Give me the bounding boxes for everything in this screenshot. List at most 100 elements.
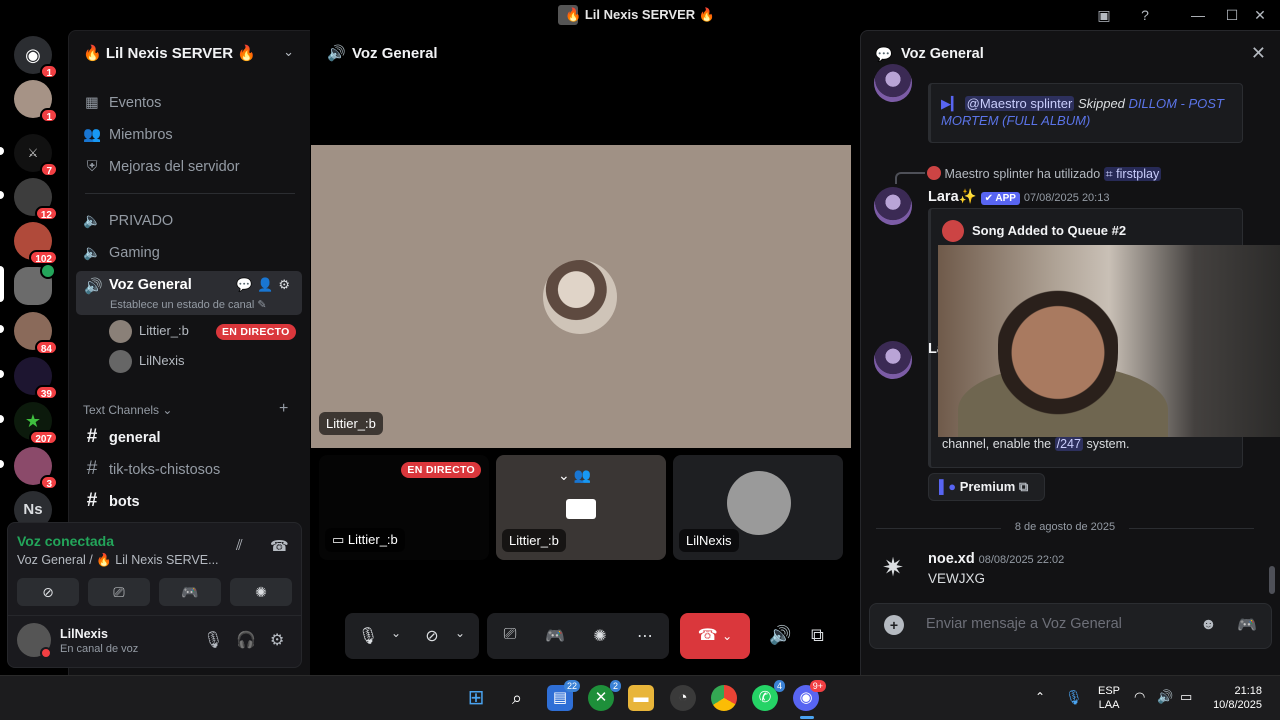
- unread-pill: [0, 147, 4, 155]
- maximize-button[interactable]: ☐: [1222, 6, 1242, 24]
- voice-channel-gaming[interactable]: 🔈 Gaming: [83, 239, 303, 267]
- voice-user[interactable]: LilNexis: [109, 348, 304, 376]
- connected-channel-path[interactable]: Voz General / 🔥 Lil Nexis SERVE...: [17, 553, 219, 568]
- channel-tools[interactable]: 💬👤⚙: [236, 277, 295, 293]
- popout-icon[interactable]: ⧉: [811, 625, 824, 646]
- activities-icon[interactable]: 🎮: [544, 626, 566, 646]
- user-name[interactable]: LilNexis: [60, 627, 108, 641]
- chevron-down-icon[interactable]: ⌄: [385, 626, 407, 640]
- author-name[interactable]: noe.xd: [928, 551, 975, 567]
- soundboard-icon[interactable]: ✺: [589, 626, 611, 646]
- connection-status[interactable]: Voz conectada: [17, 533, 114, 549]
- tile-name-tag: Littier_:b: [502, 529, 566, 552]
- dm-avatar[interactable]: 1: [14, 80, 58, 123]
- whatsapp-icon[interactable]: ✆ 4: [752, 680, 785, 711]
- avatar[interactable]: [874, 187, 912, 225]
- disconnect-icon[interactable]: ☎: [270, 537, 289, 555]
- discord-icon[interactable]: ◉ 9+: [793, 680, 826, 711]
- tile-menu-icon[interactable]: ⌄ 👥: [558, 467, 591, 484]
- search-icon[interactable]: ⌕: [504, 685, 530, 711]
- camera-off-button[interactable]: ⊘: [17, 578, 79, 606]
- voice-channel-privado[interactable]: 🔈 PRIVADO: [83, 207, 303, 235]
- close-window-button[interactable]: ✕: [1250, 6, 1270, 24]
- author-name[interactable]: Lara✨: [928, 189, 977, 205]
- screen-share-icon[interactable]: ⎚: [499, 626, 521, 644]
- volume-icon[interactable]: 🔊: [769, 625, 791, 646]
- inbox-icon[interactable]: ▣: [1094, 6, 1114, 24]
- webcam-overlay[interactable]: [938, 245, 1280, 437]
- text-channel-bots[interactable]: # bots: [83, 487, 303, 515]
- focused-stream[interactable]: Littier_:b: [311, 145, 851, 448]
- calendar-icon: ▦: [85, 95, 99, 111]
- server-icon[interactable]: 12: [14, 178, 58, 221]
- server-icon[interactable]: 102: [14, 222, 58, 265]
- wifi-icon[interactable]: ◠: [1134, 689, 1145, 705]
- microphone-icon[interactable]: 🎙: [203, 630, 223, 650]
- stream-tile[interactable]: EN DIRECTO ▭ Littier_:b: [319, 455, 489, 560]
- screen-share-button[interactable]: ⎚: [88, 578, 150, 606]
- server-icon-active[interactable]: [14, 263, 56, 305]
- set-status-link[interactable]: Establece un estado de canal ✎: [110, 298, 267, 311]
- close-icon[interactable]: ✕: [1251, 43, 1266, 64]
- stream-tile[interactable]: ⌄ 👥 Littier_:b: [496, 455, 666, 560]
- clock[interactable]: 21:18 10/8/2025: [1208, 684, 1262, 712]
- mention[interactable]: @Maestro splinter: [964, 96, 1075, 111]
- server-icon[interactable]: ⚔ 7: [14, 134, 58, 177]
- noise-suppression-icon[interactable]: ⫽: [236, 537, 243, 554]
- server-icon[interactable]: 39: [14, 357, 58, 400]
- category-text-channels[interactable]: Text Channels ⌄: [83, 403, 172, 417]
- help-icon[interactable]: ?: [1135, 6, 1155, 24]
- premium-icon: ▌●: [939, 479, 957, 494]
- discord-home-icon[interactable]: ◉ 1: [14, 36, 58, 79]
- avatar[interactable]: [874, 341, 912, 379]
- scrollbar[interactable]: [1269, 566, 1275, 594]
- gear-icon[interactable]: ⚙: [270, 630, 284, 650]
- text-channel-tik-toks[interactable]: # tik-toks-chistosos: [83, 455, 303, 483]
- more-icon[interactable]: ⋯: [634, 626, 656, 646]
- add-channel-icon[interactable]: +: [279, 400, 288, 418]
- message-input[interactable]: [926, 616, 1186, 632]
- chat-icon[interactable]: 💬: [236, 277, 257, 292]
- app-icon[interactable]: ◔: [670, 685, 696, 711]
- premium-button[interactable]: ▌● Premium ⧉: [928, 473, 1045, 501]
- stream-tile[interactable]: LilNexis: [673, 455, 843, 560]
- activities-icon[interactable]: 🎮: [1237, 615, 1257, 635]
- disconnect-button[interactable]: ☎ ⌄: [680, 613, 750, 659]
- emoji-icon[interactable]: ☻: [1200, 616, 1217, 634]
- avatar[interactable]: [874, 64, 912, 102]
- nav-members[interactable]: 👥 Miembros: [83, 121, 303, 149]
- text-channel-general[interactable]: # general: [83, 423, 303, 451]
- attach-plus-icon[interactable]: +: [884, 615, 904, 635]
- avatar[interactable]: ✷: [874, 548, 912, 586]
- xbox-icon[interactable]: ✕ 2: [588, 680, 621, 711]
- soundboard-button[interactable]: ✺: [230, 578, 292, 606]
- chevron-up-icon[interactable]: ⌃: [1035, 690, 1045, 704]
- battery-icon[interactable]: ▭: [1180, 689, 1192, 705]
- chrome-icon[interactable]: [711, 685, 737, 711]
- invite-icon[interactable]: 👤: [257, 277, 278, 292]
- chevron-down-icon[interactable]: ⌄: [722, 629, 732, 643]
- chevron-down-icon[interactable]: ⌄: [283, 44, 294, 60]
- headphones-icon[interactable]: 🎧: [236, 630, 256, 650]
- minimize-button[interactable]: —: [1188, 6, 1208, 24]
- server-icon[interactable]: ★ 207: [14, 402, 58, 445]
- voice-channel-voz-general[interactable]: 🔊 Voz General Establece un estado de can…: [76, 271, 302, 315]
- nav-boosts[interactable]: ⛨ Mejoras del servidor: [83, 153, 303, 181]
- microphone-icon[interactable]: 🎙: [357, 626, 379, 646]
- chevron-down-icon[interactable]: ⌄: [449, 626, 471, 640]
- server-icon[interactable]: 84: [14, 312, 58, 355]
- language-indicator[interactable]: ESP LAA: [1098, 684, 1120, 712]
- volume-icon[interactable]: 🔊: [1157, 689, 1173, 705]
- file-explorer-icon[interactable]: ▬: [628, 685, 654, 711]
- microphone-icon[interactable]: 🎙: [1065, 689, 1083, 706]
- activities-button[interactable]: 🎮: [159, 578, 221, 606]
- widgets-icon[interactable]: ▤ 22: [547, 680, 580, 711]
- start-icon[interactable]: ⊞: [463, 685, 489, 711]
- gear-icon[interactable]: ⚙: [278, 277, 295, 292]
- nav-events[interactable]: ▦ Eventos: [83, 89, 303, 117]
- command-mention[interactable]: ⌗ firstplay: [1103, 167, 1162, 181]
- camera-off-icon[interactable]: ⊘: [421, 626, 443, 646]
- voice-user[interactable]: Littier_:b EN DIRECTO: [109, 318, 304, 346]
- server-name[interactable]: 🔥 Lil Nexis SERVER 🔥: [83, 44, 256, 62]
- server-icon[interactable]: 3: [14, 447, 58, 490]
